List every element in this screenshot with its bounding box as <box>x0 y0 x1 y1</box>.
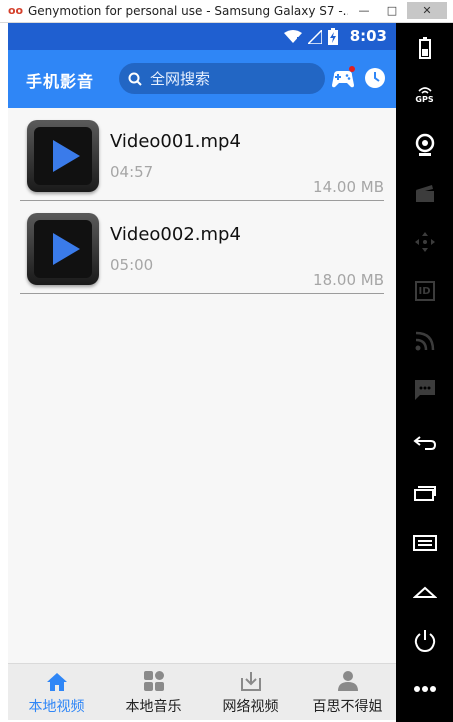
dpad-icon[interactable] <box>396 231 453 253</box>
id-label: ID <box>414 281 435 301</box>
history-clock-icon[interactable] <box>364 67 386 89</box>
video-size: 18.00 MB <box>313 271 384 289</box>
wifi-icon <box>284 29 302 43</box>
window-controls: — □ ✕ <box>351 2 447 19</box>
power-icon[interactable] <box>396 629 453 653</box>
video-list: Video001.mp4 04:57 14.00 MB Video002.mp4… <box>8 108 396 294</box>
video-name: Video002.mp4 <box>110 224 241 245</box>
gps-label: GPS <box>415 95 434 104</box>
menu-icon[interactable] <box>396 535 453 551</box>
close-button[interactable]: ✕ <box>407 2 447 19</box>
search-box[interactable]: 全网搜索 <box>119 63 325 94</box>
list-item[interactable]: Video001.mp4 04:57 14.00 MB <box>8 108 396 201</box>
search-placeholder: 全网搜索 <box>150 70 211 88</box>
tab-label: 本地音乐 <box>125 699 182 715</box>
battery-icon[interactable] <box>396 37 453 59</box>
play-icon <box>53 140 80 172</box>
bottom-tab-bar: 本地视频 本地音乐 网络视频 百思不得姐 <box>8 663 396 720</box>
status-bar: 8:03 <box>8 23 396 50</box>
status-icons <box>284 28 338 45</box>
music-grid-icon <box>143 671 164 691</box>
video-name: Video001.mp4 <box>110 131 241 152</box>
maximize-button[interactable]: □ <box>379 2 405 19</box>
id-icon[interactable]: ID <box>396 281 453 301</box>
tab-label: 本地视频 <box>28 699 85 715</box>
window-title-bar: oo Genymotion for personal use - Samsung… <box>0 0 453 23</box>
tab-label: 网络视频 <box>222 699 279 715</box>
tab-local-music[interactable]: 本地音乐 <box>105 664 202 720</box>
tab-local-video[interactable]: 本地视频 <box>8 664 105 720</box>
emulator-sidebar: GPS ID <box>396 23 453 722</box>
search-icon <box>128 72 142 86</box>
play-icon <box>53 233 80 265</box>
video-size: 14.00 MB <box>313 178 384 196</box>
tab-label: 百思不得姐 <box>312 699 383 715</box>
phone-screen: 8:03 手机影音 全网搜索 Video001.mp4 04:57 14.00 … <box>8 23 396 720</box>
video-duration: 05:00 <box>110 256 154 274</box>
person-icon <box>337 671 358 691</box>
back-icon[interactable] <box>396 435 453 451</box>
home-icon[interactable] <box>396 585 453 599</box>
app-bar: 手机影音 全网搜索 <box>8 50 396 108</box>
minimize-button[interactable]: — <box>351 2 377 19</box>
video-thumbnail <box>27 120 99 192</box>
download-icon <box>240 672 261 691</box>
webcam-icon[interactable] <box>396 133 453 157</box>
list-item[interactable]: Video002.mp4 05:00 18.00 MB <box>8 201 396 294</box>
gps-icon[interactable]: GPS <box>396 85 453 104</box>
status-time: 8:03 <box>349 27 387 45</box>
window-title: Genymotion for personal use - Samsung Ga… <box>28 4 348 18</box>
app-title: 手机影音 <box>26 72 95 91</box>
divider <box>20 293 384 294</box>
rss-icon[interactable] <box>396 331 453 351</box>
more-icon[interactable] <box>396 685 453 693</box>
no-signal-icon <box>308 29 322 44</box>
genymotion-logo-icon: oo <box>8 4 24 17</box>
tab-budejie[interactable]: 百思不得姐 <box>299 664 396 720</box>
home-icon <box>46 673 67 691</box>
recent-apps-icon[interactable] <box>396 485 453 501</box>
sms-icon[interactable] <box>396 379 453 401</box>
clapper-icon[interactable] <box>396 183 453 203</box>
video-thumbnail <box>27 213 99 285</box>
video-duration: 04:57 <box>110 163 154 181</box>
game-controller-icon[interactable] <box>330 66 356 90</box>
tab-net-video[interactable]: 网络视频 <box>202 664 299 720</box>
battery-charging-icon <box>328 28 338 45</box>
